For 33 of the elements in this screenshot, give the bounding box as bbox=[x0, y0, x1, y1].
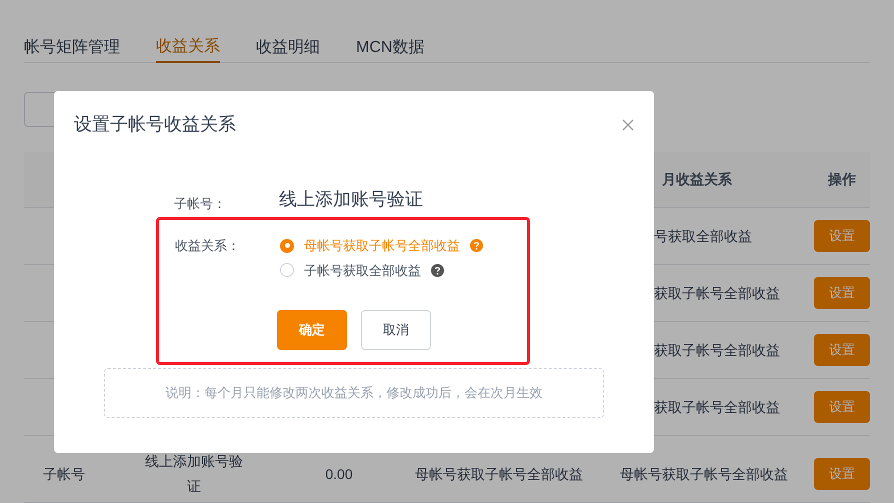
help-icon[interactable] bbox=[431, 264, 444, 277]
dialog-title: 设置子帐号收益关系 bbox=[74, 113, 236, 136]
tab[interactable]: 收益明细 bbox=[256, 32, 320, 63]
column-header: 操作 bbox=[826, 170, 857, 189]
field-label: 子帐号： bbox=[174, 194, 227, 212]
table-cell-text: 母帐号获取子帐号全部收益 bbox=[619, 464, 789, 484]
settings-button[interactable]: 设置 bbox=[814, 277, 870, 309]
settings-button[interactable]: 设置 bbox=[814, 391, 870, 423]
table-cell-text: 子帐号 bbox=[42, 464, 86, 484]
table-cell-text: 号获取全部收益 bbox=[654, 226, 753, 246]
close-icon[interactable] bbox=[622, 118, 634, 130]
radio-button[interactable] bbox=[280, 238, 294, 253]
table-cell-text: 母帐号获取子帐号全部收益 bbox=[414, 464, 584, 484]
tab[interactable]: MCN数据 bbox=[356, 32, 424, 63]
table-cell-text: 获取子帐号全部收益 bbox=[654, 398, 781, 416]
radio-button[interactable] bbox=[280, 263, 294, 278]
settings-button[interactable]: 设置 bbox=[814, 334, 870, 366]
table-cell-text: 获取子帐号全部收益 bbox=[654, 284, 781, 302]
table-cell-text: 线上添加账号验证 bbox=[144, 452, 244, 496]
tab[interactable]: 收益关系 bbox=[156, 32, 220, 63]
table-cell-text: 0.00 bbox=[324, 464, 354, 484]
settings-button[interactable]: 设置 bbox=[814, 220, 870, 252]
field-label: 收益关系： bbox=[175, 237, 241, 255]
option-label: 母帐号获取子帐号全部收益 bbox=[304, 237, 460, 255]
table-cell-text: 获取子帐号全部收益 bbox=[654, 340, 781, 360]
tab[interactable]: 帐号矩阵管理 bbox=[24, 32, 120, 63]
cancel-button[interactable]: 取消 bbox=[361, 310, 431, 350]
settings-button[interactable]: 设置 bbox=[814, 458, 870, 490]
option-label: 子帐号获取全部收益 bbox=[304, 262, 421, 280]
account-name: 线上添加账号验证 bbox=[279, 188, 423, 211]
column-header: 月收益关系 bbox=[661, 170, 733, 189]
confirm-button[interactable]: 确定 bbox=[277, 310, 347, 350]
note-text: 说明：每个月只能修改两次收益关系，修改成功后，会在次月生效 bbox=[166, 384, 542, 402]
